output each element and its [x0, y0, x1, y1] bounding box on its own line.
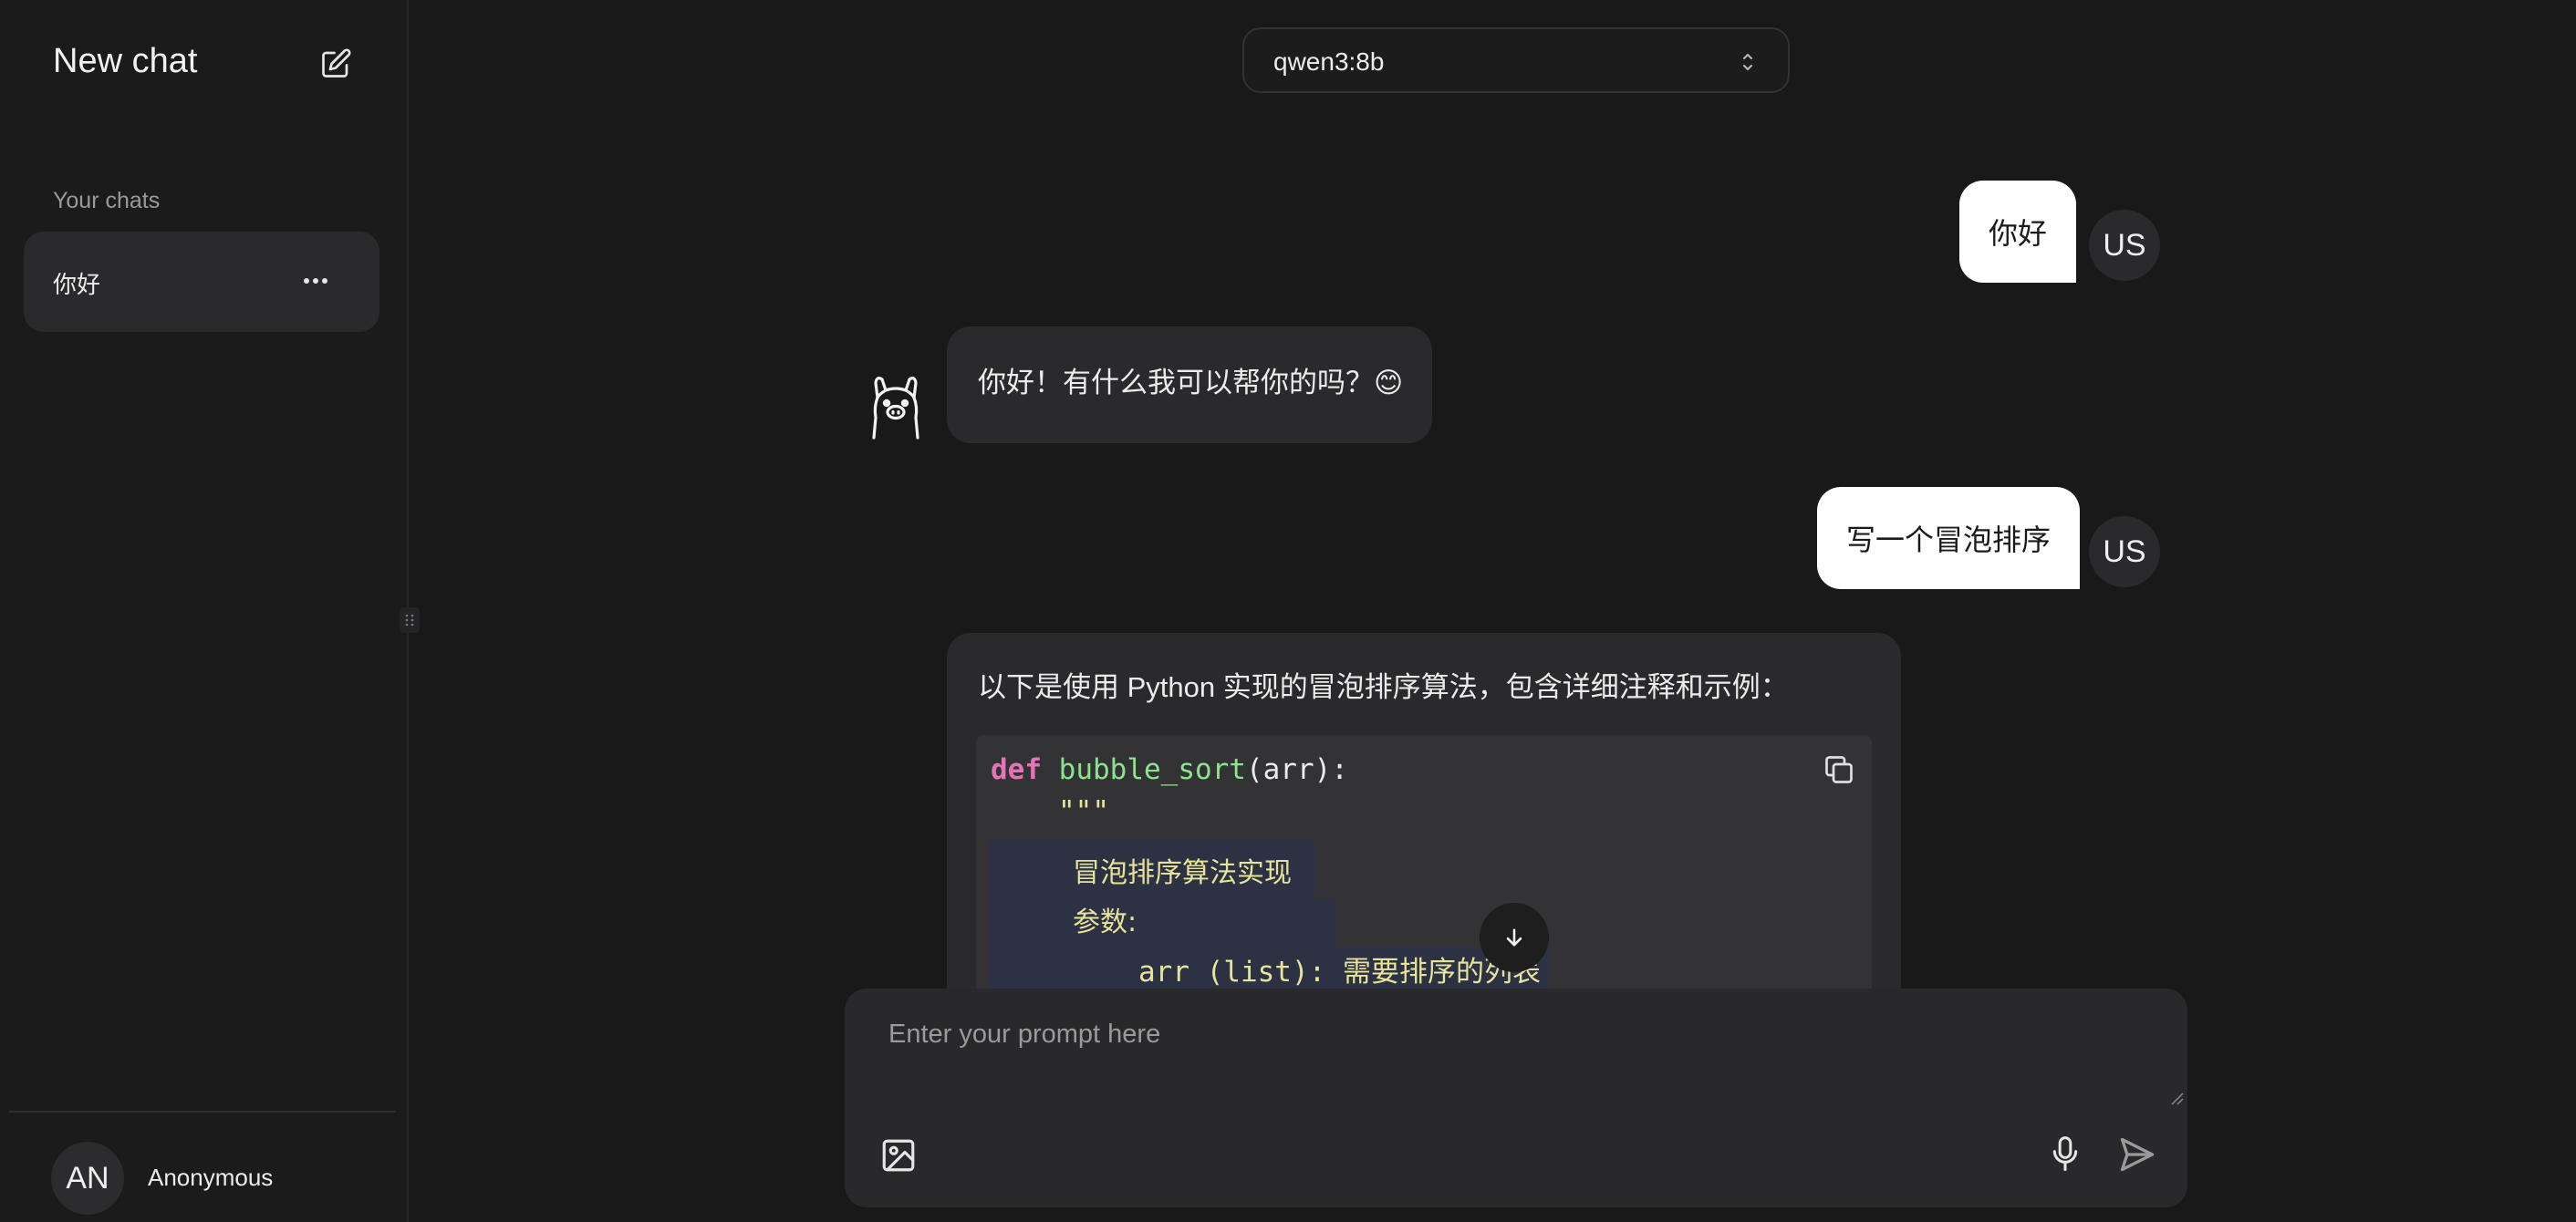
code-doc-line: arr (list): 需要排序的列表	[1138, 956, 1541, 989]
sidebar: New chat Your chats 你好 AN Anonymous	[0, 0, 409, 1222]
model-selector[interactable]: qwen3:8b	[1242, 27, 1790, 93]
code-signature: (arr):	[1245, 753, 1348, 786]
chat-list-item[interactable]: 你好	[24, 232, 379, 332]
model-selected-value: qwen3:8b	[1273, 47, 1385, 76]
code-line-1: def bubble_sort(arr):	[991, 753, 1348, 786]
copy-icon[interactable]	[1823, 753, 1855, 786]
code-block: def bubble_sort(arr): """ 冒泡排序算法实现 参数: a…	[976, 735, 1872, 989]
code-keyword: def	[991, 753, 1042, 786]
user-name: Anonymous	[148, 1164, 274, 1191]
new-chat-icon[interactable]	[319, 47, 352, 80]
arrow-down-icon	[1506, 928, 1522, 947]
prompt-input[interactable]	[888, 1020, 2147, 1093]
sidebar-divider	[9, 1111, 396, 1113]
user-message-bubble: 写一个冒泡排序	[1817, 487, 2081, 589]
sidebar-resize-handle[interactable]	[400, 607, 420, 633]
more-horizontal-icon	[304, 278, 327, 284]
chevron-up-down-icon	[1743, 54, 1752, 70]
llama-avatar-icon	[872, 377, 919, 440]
user-message-bubble: 你好	[1959, 181, 2077, 283]
drag-handle-icon	[405, 614, 414, 627]
code-doc-line: 参数:	[1073, 906, 1137, 938]
prompt-composer	[845, 989, 2187, 1207]
user-avatar: AN	[51, 1142, 124, 1215]
code-function-name: bubble_sort	[1058, 753, 1246, 786]
user-message-text: 你好	[1989, 217, 2048, 250]
assistant-message-text: 你好！有什么我可以帮你的吗？😊	[978, 367, 1404, 399]
user-message-avatar: US	[2089, 516, 2160, 587]
your-chats-heading: Your chats	[53, 188, 161, 213]
app-root: New chat Your chats 你好 AN Anonymous qwen…	[0, 0, 2576, 1222]
assistant-message-bubble: 你好！有什么我可以帮你的吗？😊	[947, 326, 1432, 443]
assistant-message-text: 以下是使用 Python 实现的冒泡排序算法，包含详细注释和示例：	[978, 671, 1789, 703]
sidebar-title: New chat	[53, 42, 198, 80]
textarea-resize-icon[interactable]	[2169, 1091, 2184, 1105]
user-message-avatar: US	[2089, 210, 2160, 281]
user-message-text: 写一个冒泡排序	[1846, 523, 2051, 556]
code-docstring-open: """	[1058, 795, 1109, 828]
docstring-highlight	[989, 899, 1335, 947]
user-profile[interactable]: AN Anonymous	[51, 1142, 379, 1215]
chat-more-button[interactable]	[297, 264, 334, 297]
microphone-icon[interactable]	[2047, 1134, 2083, 1175]
image-upload-icon[interactable]	[879, 1136, 918, 1175]
code-doc-line: 冒泡排序算法实现	[1073, 857, 1292, 889]
scroll-to-bottom-button[interactable]	[1480, 903, 1549, 972]
send-icon[interactable]	[2116, 1134, 2158, 1175]
chat-item-label: 你好	[53, 271, 101, 298]
